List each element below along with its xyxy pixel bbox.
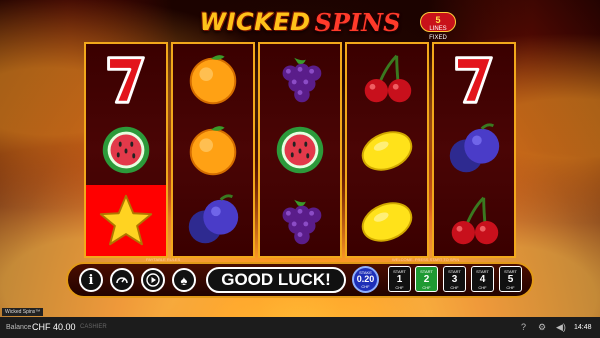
reel-cell [173,44,253,115]
speedometer-icon [116,277,128,284]
seven-icon [455,56,493,105]
seven-icon [107,56,145,105]
lemon-icon [361,131,413,171]
info-button[interactable]: i [79,268,103,292]
plum-icon [188,194,239,243]
cherry-icon [364,55,412,103]
reel-cell [86,115,166,186]
reel-cell [86,44,166,115]
grapes-icon [282,58,322,103]
info-icon: i [88,272,94,288]
logo-word-wicked: WICKED [199,8,311,36]
stake-currency: CHF [361,284,370,289]
reel-cell [260,185,340,256]
grapes-icon [282,199,322,244]
line-currency: CHF [450,285,459,290]
footer-bar: Balance CHF 40.00 CASHIER ? ⚙ ◀) 14:48 [0,317,600,338]
reel-cell [260,115,340,186]
line-currency: CHF [506,285,515,290]
line-currency: CHF [395,285,404,290]
stake-value: 0.20 [356,274,375,284]
orange-icon [189,55,237,105]
start-line-2-button[interactable]: START 2 CHF [415,266,438,292]
line-value: 2 [423,274,430,285]
line-currency: CHF [422,285,431,290]
reel-cell [173,115,253,186]
line-currency: CHF [478,285,487,290]
lines-badge: 5 LINES FIXED [420,12,456,41]
spin-button[interactable] [141,268,165,292]
reel-cell [347,115,427,186]
watermelon-icon [276,126,324,174]
reel-1 [84,42,168,258]
start-line-3-button[interactable]: START 3 CHF [443,266,466,292]
reel-cell [434,185,514,256]
game-name-tag: Wicked Spins™ [2,308,44,316]
clock: 14:48 [574,324,592,331]
balance-label: Balance [6,324,32,331]
reel-5 [432,42,516,258]
reel-2 [171,42,255,258]
cashier-link[interactable]: CASHIER [80,317,107,338]
speaker-icon[interactable]: ◀) [556,317,566,338]
reel-grid [84,42,516,258]
lemon-icon [361,201,413,242]
welcome-caption: WELCOME. PRESS START TO SPIN [392,257,460,262]
start-line-4-button[interactable]: START 4 CHF [471,266,494,292]
play-icon [146,273,160,287]
balance-value: CHF 40.00 [32,322,76,332]
cherry-icon [451,196,499,244]
line-value: 3 [451,274,458,285]
reel-cell [173,185,253,256]
stake-button[interactable]: STAKE 0.20 CHF [352,266,379,293]
paytable-caption: PAYTABLE RULES [146,257,181,262]
reel-cell [260,44,340,115]
start-line-1-button[interactable]: START 1 CHF [388,266,411,292]
line-value: 5 [507,274,514,285]
reel-3 [258,42,342,258]
reel-cell [347,185,427,256]
game-logo: WICKED SPINS [184,6,416,38]
message-display: GOOD LUCK! [206,267,346,293]
reel-4 [345,42,429,258]
logo-word-spins: SPINS [314,7,401,37]
start-line-5-button[interactable]: START 5 CHF [499,266,522,292]
reel-cell [434,115,514,186]
help-icon[interactable]: ? [521,317,526,338]
watermelon-icon [102,126,150,174]
spade-icon: ♠ [180,272,188,288]
orange-icon [189,126,237,176]
line-value: 1 [396,274,403,285]
autoplay-button[interactable] [110,268,134,292]
badge-number: 5 [435,15,441,25]
reel-cell [434,44,514,115]
star-icon [99,194,153,245]
reel-cell [86,185,166,257]
badge-text: LINES FIXED [429,26,447,41]
plum-icon [449,123,500,173]
reel-cell [347,44,427,115]
gear-icon[interactable]: ⚙ [538,317,546,338]
gamble-button[interactable]: ♠ [172,268,196,292]
line-value: 4 [479,274,486,285]
